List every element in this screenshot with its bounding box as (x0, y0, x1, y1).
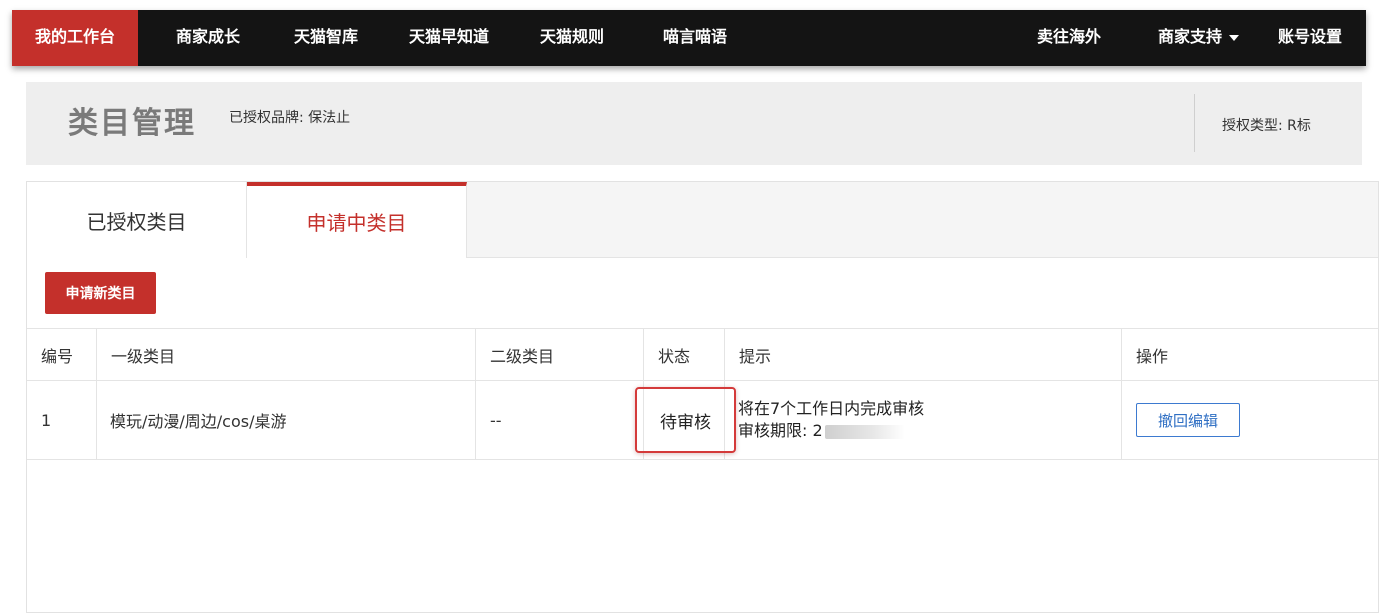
row-category1: 模玩/动漫/周边/cos/桌游 (97, 381, 476, 459)
header-id: 编号 (27, 329, 97, 380)
table-header-row: 编号 一级类目 二级类目 状态 提示 操作 (27, 329, 1378, 381)
nav-sell-overseas[interactable]: 卖往海外 (1037, 10, 1101, 66)
row-action: 撤回编辑 (1122, 381, 1378, 459)
revoke-edit-button[interactable]: 撤回编辑 (1136, 403, 1240, 437)
tab-authorized-categories[interactable]: 已授权类目 (27, 182, 247, 258)
nav-my-workbench[interactable]: 我的工作台 (12, 10, 138, 66)
nav-tmall-think-tank[interactable]: 天猫智库 (294, 10, 358, 66)
header-hint: 提示 (725, 329, 1122, 380)
top-navbar: 我的工作台 商家成长 天猫智库 天猫早知道 天猫规则 喵言喵语 卖往海外 商家支… (12, 10, 1366, 66)
tab-pending-categories[interactable]: 申请中类目 (247, 182, 467, 258)
nav-merchant-support-label: 商家支持 (1158, 27, 1223, 46)
row-category2: -- (476, 381, 644, 459)
caret-down-icon (1229, 34, 1240, 41)
tab-bar: 已授权类目 申请中类目 (27, 182, 1378, 258)
status-badge: 待审核 (635, 387, 736, 453)
page-title: 类目管理 (68, 106, 196, 141)
nav-tmall-early-know[interactable]: 天猫早知道 (409, 10, 489, 66)
header-divider (1194, 94, 1195, 152)
page-header: 类目管理 已授权品牌: 保法止 授权类型: R标 (26, 82, 1362, 165)
hint-deadline: 审核期限: 2 (738, 421, 823, 440)
auth-type: 授权类型: R标 (1222, 118, 1311, 134)
header-category1: 一级类目 (97, 329, 476, 380)
authorized-brand: 已授权品牌: 保法止 (229, 110, 351, 126)
nav-merchant-growth[interactable]: 商家成长 (176, 10, 240, 66)
nav-miao-talk[interactable]: 喵言喵语 (663, 10, 727, 66)
header-category2: 二级类目 (476, 329, 644, 380)
header-status: 状态 (644, 329, 725, 380)
nav-tmall-rules[interactable]: 天猫规则 (540, 10, 604, 66)
nav-merchant-support[interactable]: 商家支持 (1158, 10, 1240, 66)
nav-account-settings[interactable]: 账号设置 (1278, 10, 1342, 66)
hint-line-2: 审核期限: 2 (738, 420, 905, 442)
header-action: 操作 (1136, 346, 1169, 366)
row-id: 1 (27, 381, 97, 459)
hint-line-1: 将在7个工作日内完成审核 (738, 399, 925, 418)
redacted-date (824, 424, 905, 439)
apply-new-category-button[interactable]: 申请新类目 (45, 272, 156, 314)
category-panel: 已授权类目 申请中类目 申请新类目 编号 一级类目 二级类目 状态 提示 操作 … (26, 181, 1379, 613)
row-hint: 将在7个工作日内完成审核 审核期限: 2 (725, 381, 1122, 459)
